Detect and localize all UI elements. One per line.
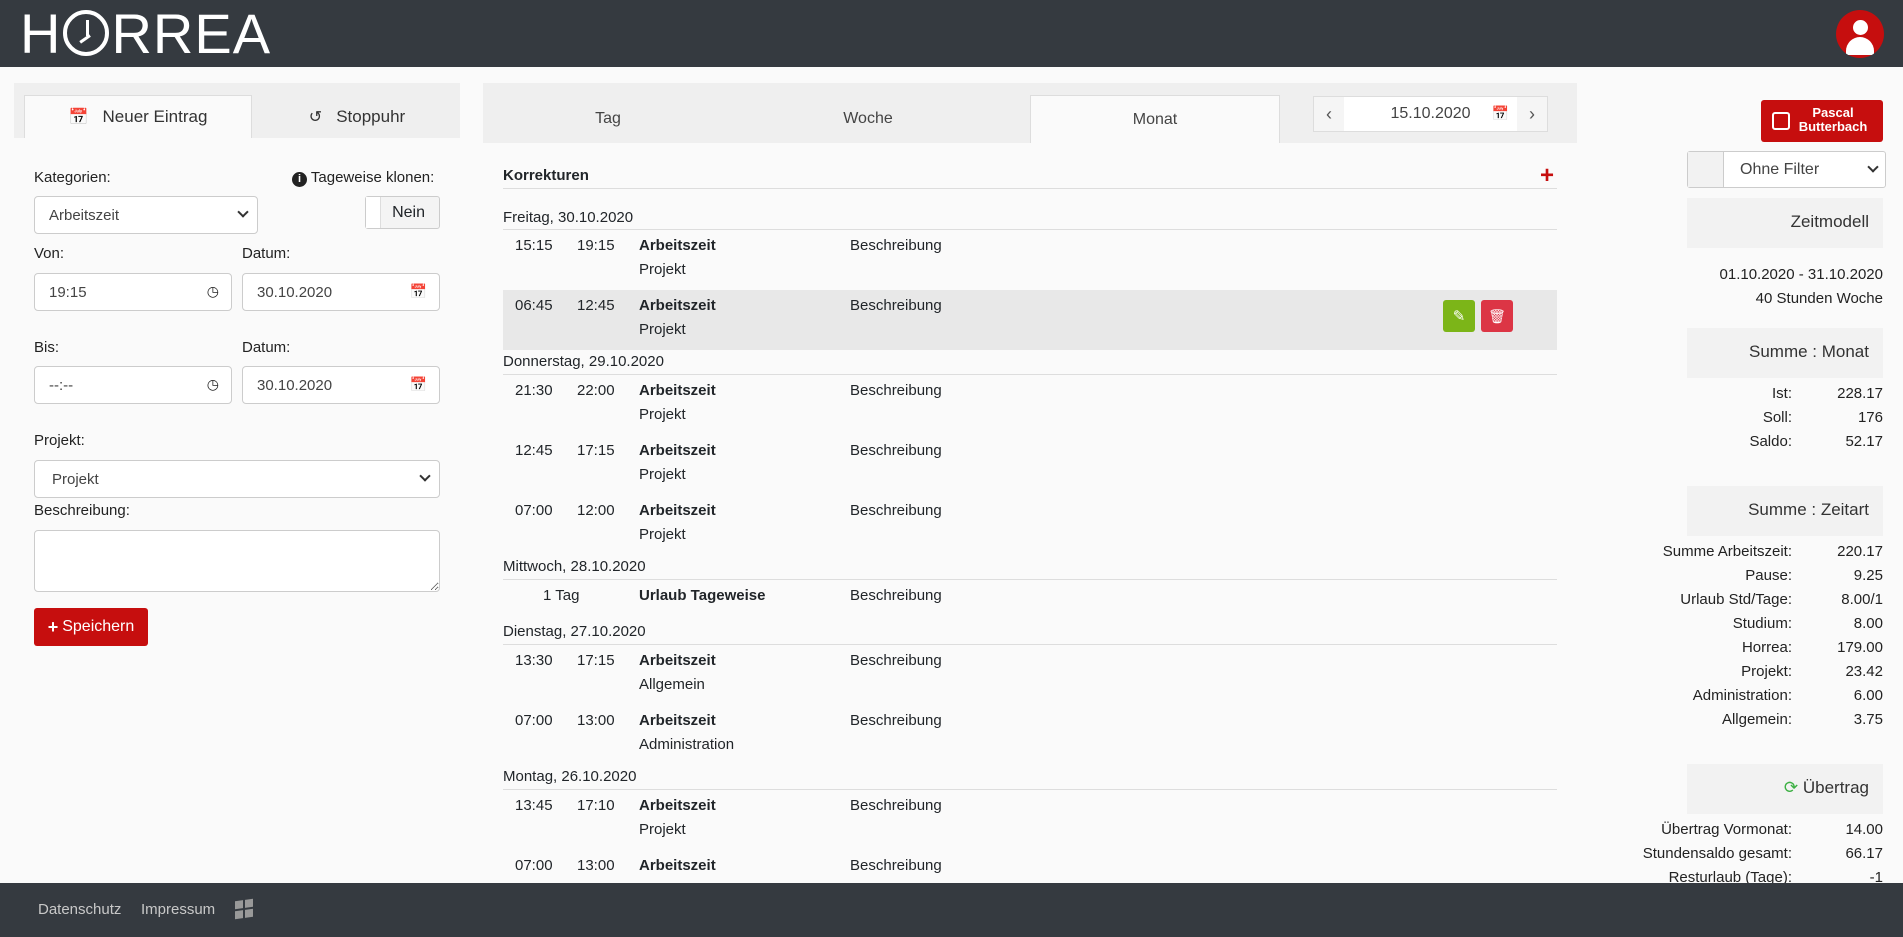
tab-stoppuhr[interactable]: ↺ Stoppuhr	[254, 95, 460, 138]
entry-row[interactable]: 07:00 12:00 Arbeitszeit Projekt Beschrei…	[503, 495, 1557, 555]
zeitmodell-model: 40 Stunden Woche	[1755, 290, 1883, 307]
chevron-down-icon	[419, 470, 431, 482]
bis-date-input[interactable]: 30.10.2020 📅	[242, 366, 440, 404]
user-profile-button[interactable]: Pascal Butterbach	[1761, 100, 1883, 142]
user-card-icon	[1772, 112, 1790, 130]
trash-icon: 🗑	[1488, 307, 1506, 324]
plus-icon: +	[47, 616, 59, 637]
add-entry-plus-icon[interactable]: +	[1540, 162, 1554, 190]
pencil-icon: ✎	[1452, 308, 1466, 325]
filter-select[interactable]: Ohne Filter	[1687, 151, 1886, 188]
datenschutz-link[interactable]: Datenschutz	[38, 901, 121, 918]
von-label: Von:	[34, 245, 65, 262]
day-header: Freitag, 30.10.2020	[503, 209, 634, 226]
entry-row[interactable]: 07:00 13:00 Arbeitszeit Beschreibung	[503, 850, 1557, 883]
beschreibung-textarea[interactable]	[34, 530, 440, 592]
von-datum-label: Datum:	[242, 245, 291, 262]
projekt-select[interactable]: Projekt	[34, 460, 440, 498]
clock-icon: ◷	[206, 376, 219, 392]
calendar-icon: 📅	[409, 283, 427, 299]
von-date-input[interactable]: 30.10.2020 📅	[242, 273, 440, 311]
entry-row[interactable]: 13:45 17:10 Arbeitszeit Projekt Beschrei…	[503, 790, 1557, 850]
tab-woche[interactable]: Woche	[743, 95, 993, 143]
entry-row[interactable]: 15:15 19:15 Arbeitszeit Projekt Beschrei…	[503, 230, 1557, 290]
zeitmodell-range: 01.10.2020 - 31.10.2020	[1719, 266, 1883, 283]
delete-button[interactable]: 🗑	[1481, 300, 1513, 332]
history-icon: ↺	[308, 108, 323, 126]
info-icon: i	[292, 172, 307, 187]
projekt-label: Projekt:	[34, 432, 85, 449]
footer: Datenschutz Impressum	[0, 883, 1903, 937]
clock-icon	[63, 10, 110, 56]
filter-prefix	[1688, 152, 1724, 187]
tageweise-toggle[interactable]: Nein	[365, 196, 440, 229]
entry-row[interactable]: 07:00 13:00 Arbeitszeit Administration B…	[503, 705, 1557, 765]
edit-button[interactable]: ✎	[1443, 300, 1475, 332]
kategorien-label: Kategorien:	[34, 169, 111, 186]
date-navigator: ‹ 15.10.2020 📅 ›	[1313, 96, 1548, 132]
day-header: Mittwoch, 28.10.2020	[503, 558, 646, 575]
horrea-logo[interactable]: H RREA	[20, 2, 271, 65]
bis-time-input[interactable]: --:-- ◷	[34, 366, 232, 404]
von-time-input[interactable]: 19:15 ◷	[34, 273, 232, 311]
chevron-left-icon[interactable]: ‹	[1314, 97, 1344, 131]
tab-tag[interactable]: Tag	[483, 95, 733, 143]
date-input[interactable]: 15.10.2020 📅	[1344, 105, 1517, 123]
chevron-down-icon	[1867, 161, 1879, 173]
entry-row[interactable]: 12:45 17:15 Arbeitszeit Projekt Beschrei…	[503, 435, 1557, 495]
divider	[503, 188, 1557, 189]
calendar-icon: 📅	[409, 376, 427, 392]
chevron-right-icon[interactable]: ›	[1517, 97, 1547, 131]
entry-tabs: 📅 Neuer Eintrag ↺ Stoppuhr	[14, 83, 460, 138]
day-header: Montag, 26.10.2020	[503, 768, 637, 785]
zeitmodell-header: Zeitmodell	[1687, 198, 1883, 248]
bis-label: Bis:	[34, 339, 60, 356]
section-title: Korrekturen	[503, 167, 589, 184]
tab-monat[interactable]: Monat	[1030, 95, 1280, 143]
save-button[interactable]: + Speichern	[34, 608, 148, 646]
summe-monat-header: Summe : Monat	[1687, 328, 1883, 378]
clock-icon: ◷	[206, 283, 219, 299]
refresh-icon: ⟳	[1783, 778, 1799, 797]
bis-datum-label: Datum:	[242, 339, 291, 356]
day-header: Donnerstag, 29.10.2020	[503, 353, 664, 370]
kategorien-select[interactable]: Arbeitszeit	[34, 196, 258, 234]
entry-row[interactable]: 13:30 17:15 Arbeitszeit Allgemein Beschr…	[503, 645, 1557, 705]
tageweise-label: i Tageweise klonen:	[292, 169, 434, 187]
uebertrag-header: ⟳ Übertrag	[1687, 764, 1883, 814]
summe-zeitart-header: Summe : Zeitart	[1687, 486, 1883, 536]
day-header: Dienstag, 27.10.2020	[503, 623, 646, 640]
windows-icon	[235, 898, 253, 920]
top-navbar: H RREA	[0, 0, 1903, 67]
impressum-link[interactable]: Impressum	[141, 901, 215, 918]
entry-row-highlighted[interactable]: 06:45 12:45 Arbeitszeit Projekt Beschrei…	[503, 290, 1557, 350]
calendar-plus-icon: 📅	[68, 109, 89, 126]
chevron-down-icon	[237, 206, 249, 218]
beschreibung-label: Beschreibung:	[34, 502, 130, 519]
tab-neuer-eintrag[interactable]: 📅 Neuer Eintrag	[24, 95, 252, 138]
entry-row[interactable]: 21:30 22:00 Arbeitszeit Projekt Beschrei…	[503, 375, 1557, 435]
entry-row[interactable]: 1 Tag Urlaub Tageweise Beschreibung	[503, 580, 1557, 620]
user-avatar-icon[interactable]	[1836, 10, 1884, 58]
calendar-icon: 📅	[1491, 105, 1509, 121]
